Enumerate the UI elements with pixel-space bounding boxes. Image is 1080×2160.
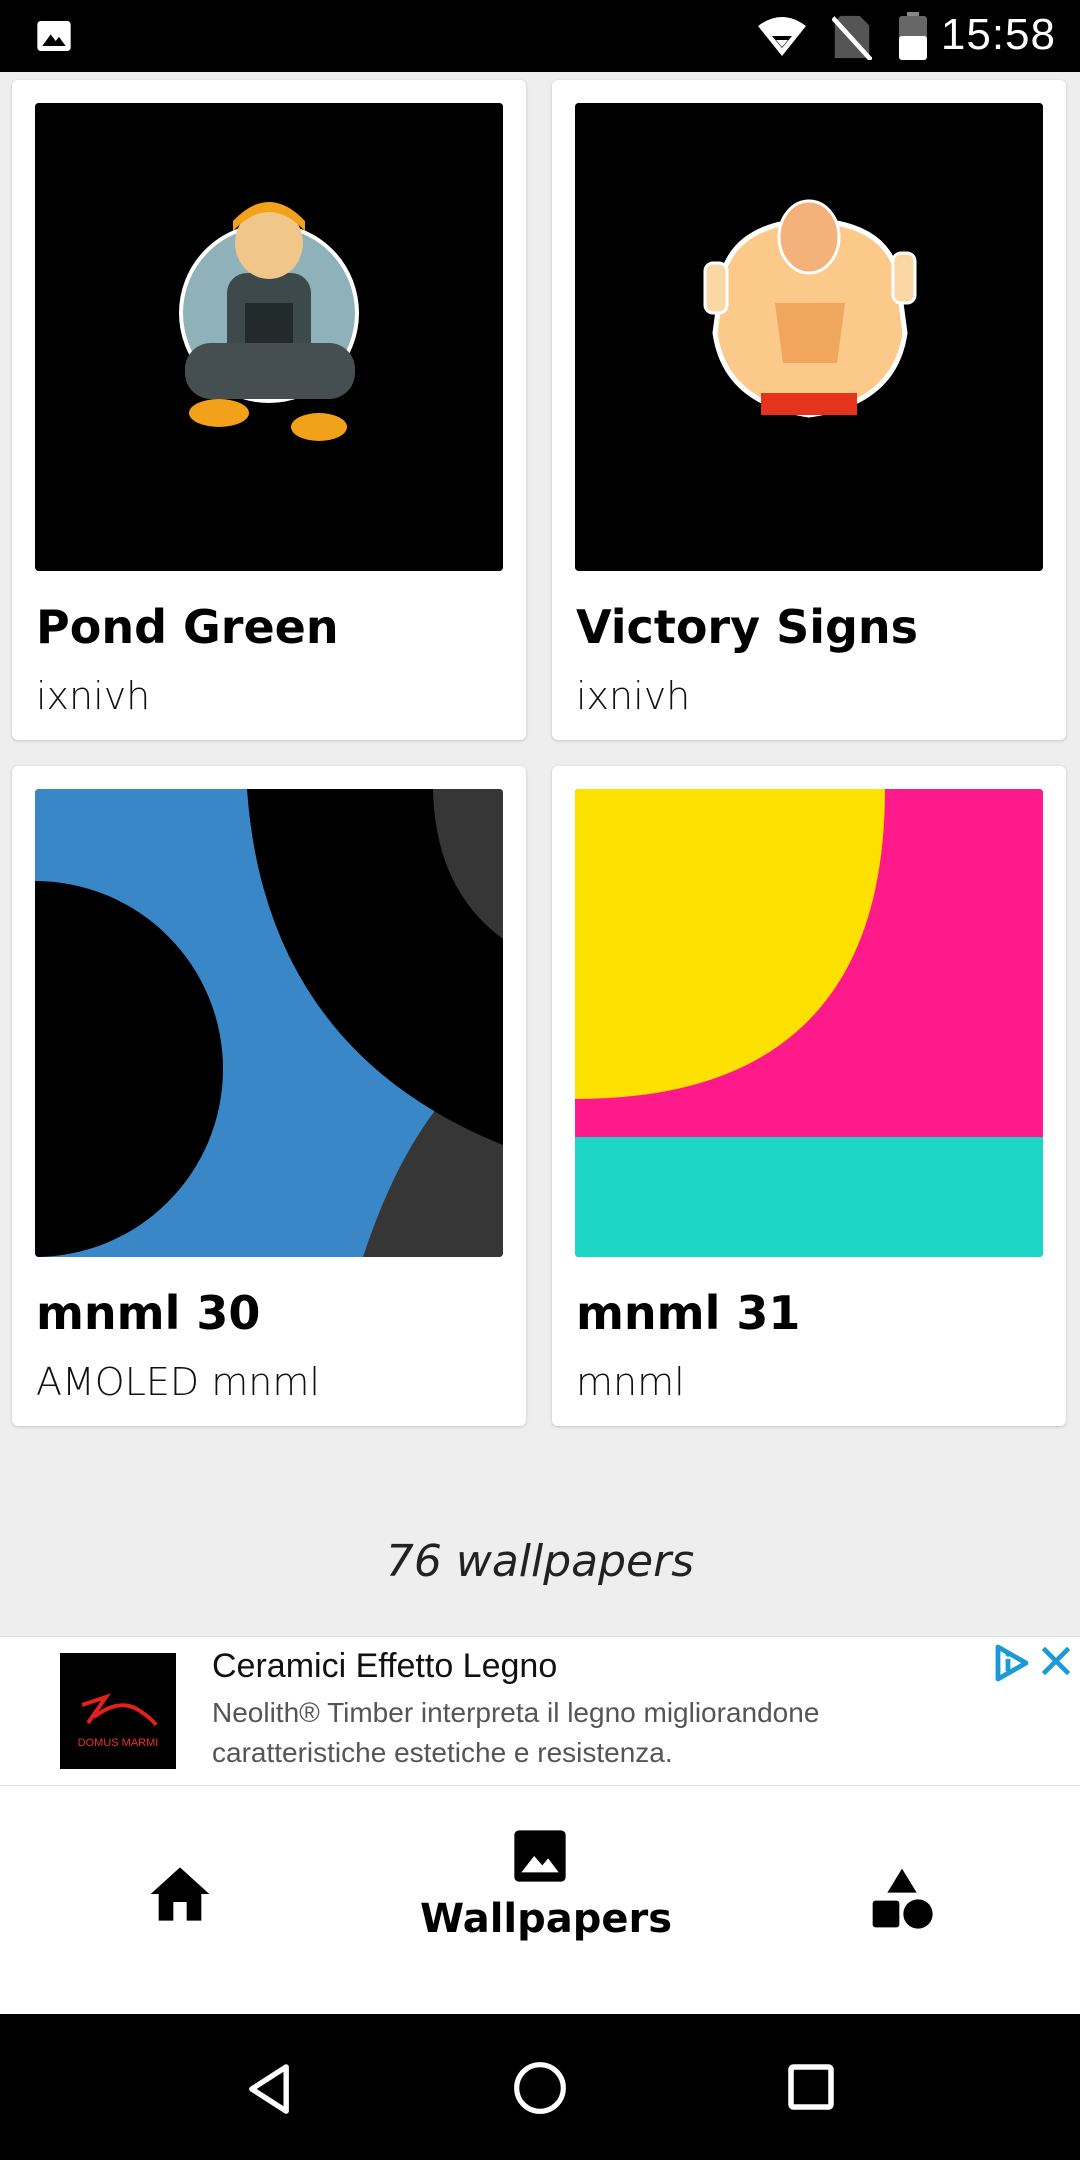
shapes-icon[interactable] (870, 1866, 934, 1930)
wallpaper-card[interactable]: Pond Green ixnivh (12, 80, 526, 740)
wallpaper-title: mnml 31 (576, 1286, 801, 1340)
wallpaper-count: 76 wallpapers (385, 1536, 695, 1587)
wifi-icon (758, 17, 806, 56)
bottom-navigation: Wallpapers (0, 1786, 1080, 2014)
image-icon (37, 21, 71, 51)
image-icon (514, 1830, 566, 1882)
ad-title[interactable]: Ceramici Effetto Legno (212, 1647, 557, 1686)
status-time: 15:58 (940, 10, 1056, 59)
wallpaper-author: mnml (576, 1360, 685, 1404)
wallpaper-title: Victory Signs (576, 600, 919, 654)
wallpaper-card[interactable]: mnml 30 AMOLED mnml (12, 766, 526, 1426)
recent-apps-icon[interactable] (786, 2062, 836, 2112)
ad-description: Neolith® Timber interpreta il legno migl… (212, 1697, 820, 1768)
wallpaper-title: mnml 30 (36, 1286, 261, 1340)
battery-icon (899, 12, 927, 60)
wallpaper-thumbnail (575, 789, 1043, 1257)
ad-logo: DOMUS MARMI (60, 1653, 176, 1769)
wallpaper-card[interactable]: mnml 31 mnml (552, 766, 1066, 1426)
adchoices-icon[interactable] (992, 1643, 1032, 1683)
home-circle-icon[interactable] (512, 2060, 568, 2116)
wallpaper-author: AMOLED mnml (36, 1360, 320, 1404)
wallpaper-card[interactable]: Victory Signs ixnivh (552, 80, 1066, 740)
wallpaper-thumbnail (575, 103, 1043, 571)
status-bar: 15:58 (0, 0, 1080, 72)
nav-label-wallpapers: Wallpapers (420, 1896, 673, 1942)
wallpaper-title: Pond Green (36, 600, 339, 654)
ad-banner[interactable]: DOMUS MARMI Ceramici Effetto Legno Neoli… (0, 1636, 1080, 1786)
system-navigation-bar (0, 2014, 1080, 2160)
wallpaper-thumbnail (35, 789, 503, 1257)
wallpaper-author: ixnivh (36, 674, 151, 718)
wallpaper-thumbnail (35, 103, 503, 571)
ad-logo-text: DOMUS MARMI (77, 1737, 159, 1749)
no-sim-icon (832, 15, 872, 60)
back-icon[interactable] (244, 2062, 294, 2116)
home-icon[interactable] (148, 1864, 212, 1924)
nav-item-wallpapers[interactable]: Wallpapers (420, 1828, 673, 1958)
close-icon[interactable] (1038, 1643, 1074, 1679)
wallpaper-author: ixnivh (576, 674, 691, 718)
